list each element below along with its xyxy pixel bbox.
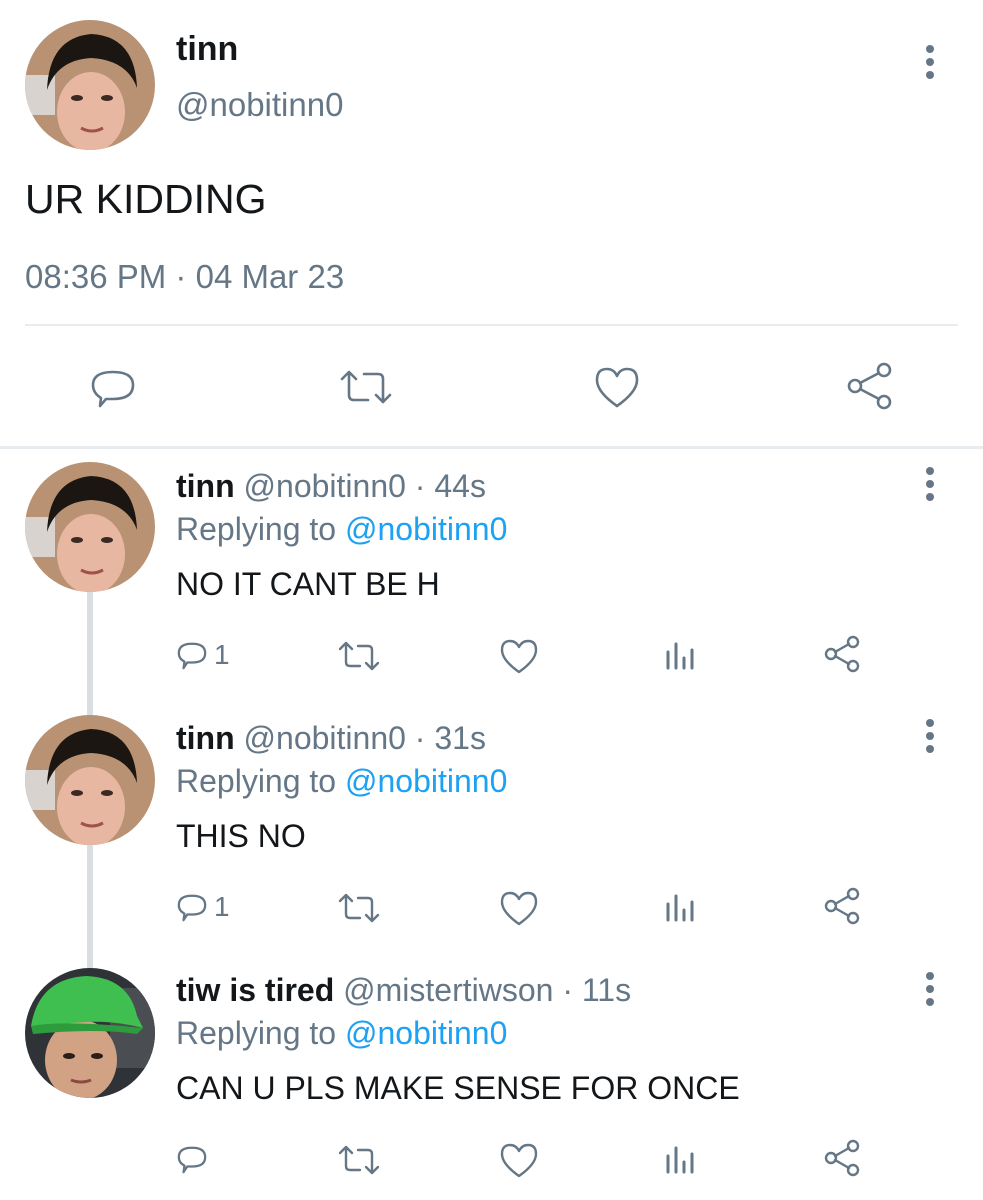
replying-to-label: Replying to bbox=[176, 511, 337, 547]
replying-to-line: Replying to @nobitinn0 bbox=[176, 763, 507, 800]
reply-header: tinn @nobitinn0 · 44s bbox=[176, 468, 486, 505]
main-tweet-date: 04 Mar 23 bbox=[195, 258, 345, 295]
share-icon bbox=[847, 362, 892, 410]
share-icon bbox=[824, 635, 860, 673]
main-tweet-avatar[interactable] bbox=[25, 20, 155, 150]
analytics-button[interactable] bbox=[664, 638, 698, 672]
reply-more-options-icon[interactable] bbox=[920, 464, 940, 504]
retweet-button[interactable] bbox=[336, 888, 382, 928]
retweet-icon bbox=[338, 641, 380, 671]
reply-text: NO IT CANT BE H bbox=[176, 566, 440, 602]
main-tweet-handle[interactable]: @nobitinn0 bbox=[176, 86, 343, 124]
reply-handle[interactable]: @nobitinn0 bbox=[244, 720, 406, 756]
reply-count: 1 bbox=[214, 891, 230, 922]
heart-icon bbox=[500, 1143, 538, 1178]
speech-bubble-icon bbox=[177, 894, 207, 922]
reply-avatar[interactable] bbox=[25, 715, 155, 845]
retweet-icon bbox=[338, 893, 380, 923]
main-retweet-button[interactable] bbox=[336, 362, 396, 412]
replying-to-link[interactable]: @nobitinn0 bbox=[345, 511, 507, 547]
reply-handle[interactable]: @nobitinn0 bbox=[244, 468, 406, 504]
replying-to-line: Replying to @nobitinn0 bbox=[176, 511, 507, 548]
main-like-button[interactable] bbox=[592, 362, 642, 412]
reply-avatar[interactable] bbox=[25, 968, 155, 1098]
bar-chart-icon bbox=[666, 1146, 694, 1174]
main-tweet-more-options-icon[interactable] bbox=[920, 42, 940, 82]
share-button[interactable] bbox=[822, 1138, 862, 1178]
replying-to-label: Replying to bbox=[176, 1015, 337, 1051]
reply-text: CAN U PLS MAKE SENSE FOR ONCE bbox=[176, 1070, 740, 1106]
reply-display-name[interactable]: tinn bbox=[176, 720, 235, 756]
analytics-button[interactable] bbox=[664, 1142, 698, 1176]
analytics-button[interactable] bbox=[664, 890, 698, 924]
reply-header: tiw is tired @mistertiwson · 11s bbox=[176, 972, 631, 1009]
replying-to-label: Replying to bbox=[176, 763, 337, 799]
replying-to-line: Replying to @nobitinn0 bbox=[176, 1015, 507, 1052]
main-tweet-divider bbox=[25, 324, 958, 326]
replying-to-link[interactable]: @nobitinn0 bbox=[345, 763, 507, 799]
section-divider bbox=[0, 446, 983, 449]
bar-chart-icon bbox=[666, 642, 694, 670]
main-tweet-text: UR KIDDING bbox=[25, 176, 267, 222]
speech-bubble-icon bbox=[177, 1146, 207, 1174]
reply-button[interactable]: 1 bbox=[176, 886, 246, 928]
share-button[interactable] bbox=[822, 886, 862, 926]
heart-icon bbox=[500, 891, 538, 926]
main-tweet-display-name[interactable]: tinn bbox=[176, 30, 238, 69]
reply-avatar[interactable] bbox=[25, 462, 155, 592]
reply-count: 1 bbox=[214, 639, 230, 670]
retweet-button[interactable] bbox=[336, 636, 382, 676]
reply-text: THIS NO bbox=[176, 818, 306, 854]
retweet-button[interactable] bbox=[336, 1140, 382, 1180]
share-icon bbox=[824, 887, 860, 925]
main-share-button[interactable] bbox=[844, 360, 896, 412]
reply-time: · 31s bbox=[414, 720, 486, 756]
reply-header: tinn @nobitinn0 · 31s bbox=[176, 720, 486, 757]
reply-button[interactable]: 1 bbox=[176, 634, 246, 676]
reply-time: · 11s bbox=[562, 972, 632, 1008]
reply-button[interactable] bbox=[176, 1138, 246, 1180]
like-button[interactable] bbox=[498, 636, 540, 676]
reply-more-options-icon[interactable] bbox=[920, 969, 940, 1009]
speech-bubble-icon bbox=[91, 370, 135, 408]
like-button[interactable] bbox=[498, 888, 540, 928]
share-button[interactable] bbox=[822, 634, 862, 674]
bar-chart-icon bbox=[666, 894, 694, 922]
speech-bubble-icon bbox=[177, 642, 207, 670]
main-tweet-timestamp: 08:36 PM · 04 Mar 23 bbox=[25, 258, 344, 296]
reply-time: · 44s bbox=[414, 468, 486, 504]
main-reply-button[interactable] bbox=[88, 362, 138, 412]
replying-to-link[interactable]: @nobitinn0 bbox=[345, 1015, 507, 1051]
timestamp-separator: · bbox=[175, 258, 187, 295]
reply-display-name[interactable]: tiw is tired bbox=[176, 972, 334, 1008]
main-tweet-time: 08:36 PM bbox=[25, 258, 167, 295]
reply-display-name[interactable]: tinn bbox=[176, 468, 235, 504]
heart-icon bbox=[500, 639, 538, 674]
reply-more-options-icon[interactable] bbox=[920, 716, 940, 756]
reply-handle[interactable]: @mistertiwson bbox=[343, 972, 553, 1008]
retweet-icon bbox=[340, 370, 392, 404]
share-icon bbox=[824, 1139, 860, 1177]
retweet-icon bbox=[338, 1145, 380, 1175]
like-button[interactable] bbox=[498, 1140, 540, 1180]
heart-icon bbox=[595, 367, 639, 408]
